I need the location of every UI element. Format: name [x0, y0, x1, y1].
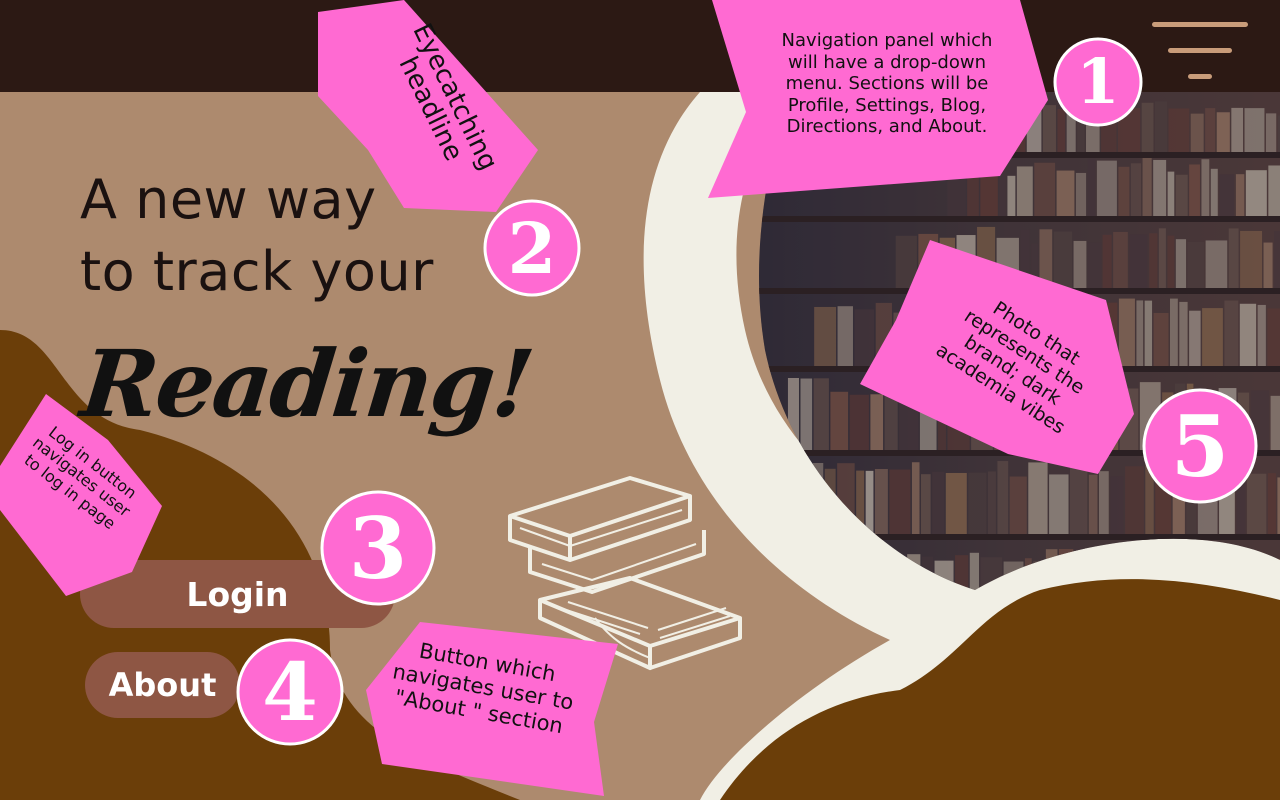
nav-annotation-text: Navigation panel which will have a drop-… [767, 30, 1007, 138]
marker-5-number: 5 [1170, 396, 1230, 496]
nav-annotation-line: Navigation panel which [781, 30, 993, 51]
marker-4-number: 4 [262, 645, 318, 739]
marker-1-number: 1 [1076, 44, 1120, 118]
landing-page: A new way to track your Reading! Login A… [0, 0, 1280, 800]
nav-annotation-line: Profile, Settings, Blog, [787, 94, 987, 116]
nav-annotation-line: menu. Sections will be [785, 73, 989, 95]
marker-3-number: 3 [348, 498, 408, 598]
marker-2-number: 2 [507, 206, 557, 290]
nav-annotation-line: will have a drop-down [787, 51, 987, 73]
nav-annotation-line: Directions, and About. [786, 116, 988, 138]
